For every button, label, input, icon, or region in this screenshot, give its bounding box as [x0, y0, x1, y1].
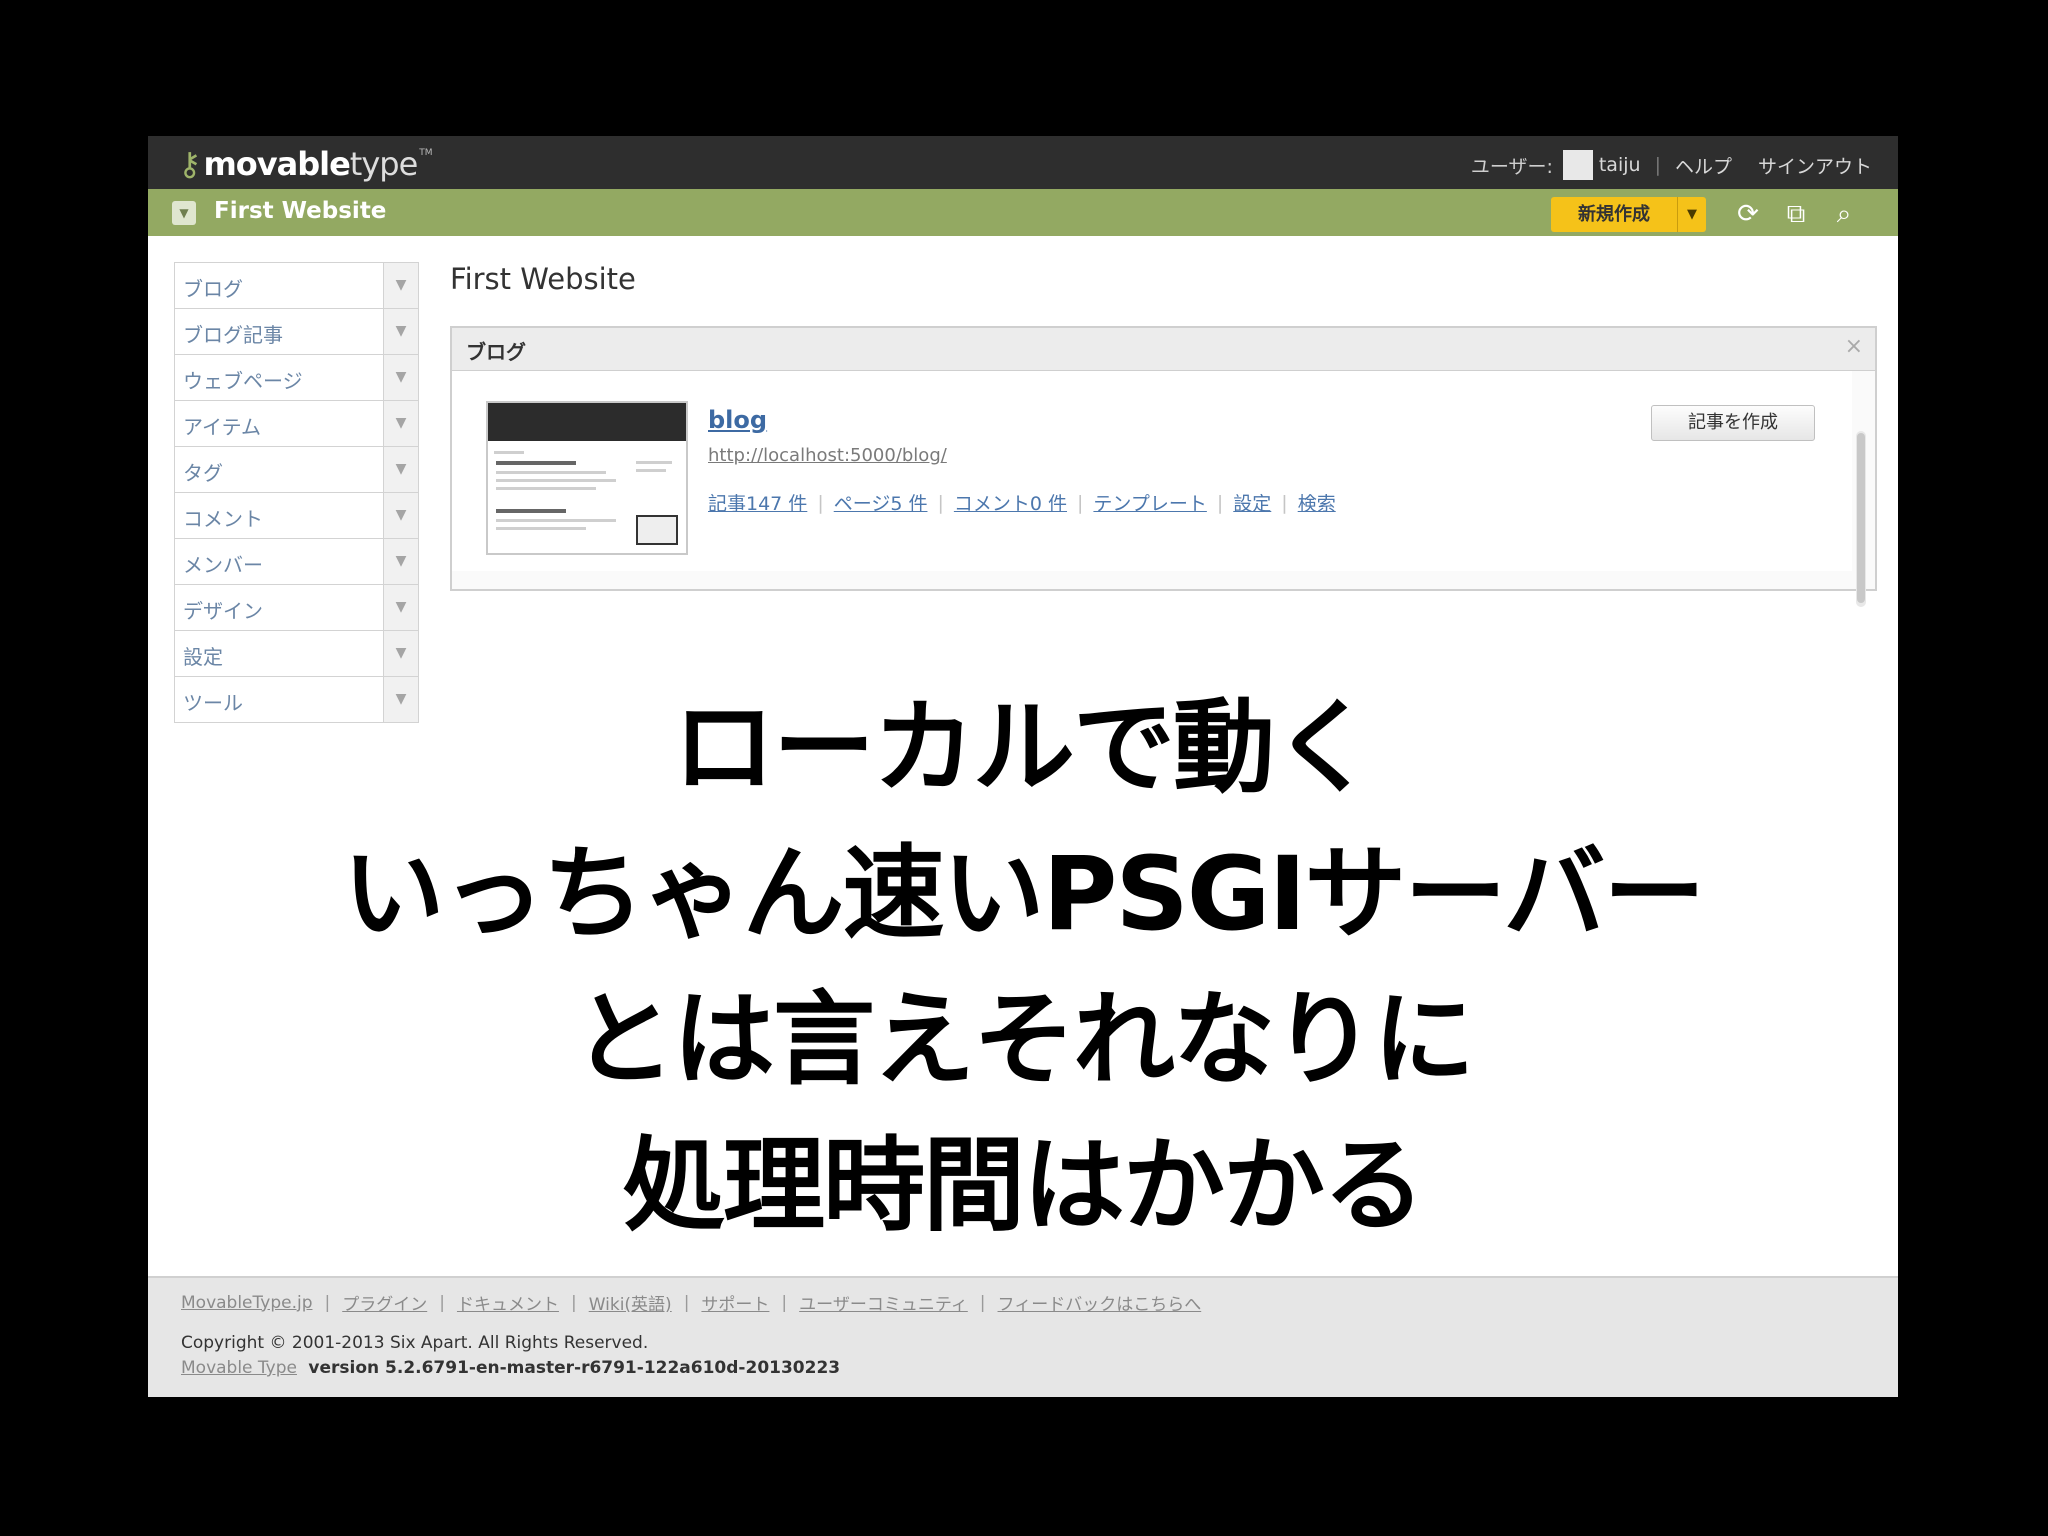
chevron-down-icon[interactable]: ▼ [383, 355, 418, 400]
divider: | [817, 491, 824, 514]
search-link[interactable]: 検索 [1298, 489, 1336, 516]
footer-link-plugins[interactable]: プラグイン [342, 1290, 427, 1315]
widget-header: ブログ × [452, 328, 1875, 371]
chevron-down-icon[interactable]: ▼ [383, 447, 418, 492]
chevron-down-icon[interactable]: ▼ [383, 309, 418, 354]
user-nav: ユーザー: taiju | ヘルプ サインアウト [1471, 150, 1872, 180]
sidebar-item-entries[interactable]: ブログ記事 ▼ [175, 309, 418, 355]
signout-link[interactable]: サインアウト [1758, 152, 1872, 179]
search-icon[interactable]: ⌕ [1828, 198, 1860, 230]
footer-link-wiki[interactable]: Wiki(英語) [589, 1290, 672, 1315]
create-entry-button[interactable]: 記事を作成 [1651, 405, 1815, 441]
sidebar-item-label: ブログ [183, 277, 243, 301]
site-title[interactable]: First Website [214, 198, 386, 224]
product-link[interactable]: Movable Type [181, 1358, 297, 1378]
trademark: TM [419, 148, 433, 158]
new-dropdown-arrow-icon[interactable]: ▼ [1677, 197, 1706, 232]
external-link-icon[interactable]: ⧉ [1780, 198, 1812, 230]
divider: | [781, 1292, 788, 1313]
help-link[interactable]: ヘルプ [1675, 152, 1732, 179]
sidebar-item-design[interactable]: デザイン ▼ [175, 585, 418, 631]
blog-name-link[interactable]: blog [708, 406, 767, 434]
sidebar-item-label: タグ [183, 461, 223, 485]
blog-links: 記事147 件 | ページ5 件 | コメント0 件 | テンプレート | 設定… [708, 489, 1336, 516]
divider: | [439, 1292, 445, 1313]
blog-widget: ブログ × blog http://localhost:5000/blog/ 記… [450, 326, 1877, 607]
logo-text-bold: movable [203, 145, 350, 183]
footer-links: MovableType.jp | プラグイン | ドキュメント | Wiki(英… [181, 1290, 1202, 1316]
caption-line: いっちゃん速いPSGIサーバー [342, 835, 1706, 954]
footer-link-community[interactable]: ユーザーコミュニティ [799, 1290, 968, 1315]
sidebar-item-label: コメント [183, 507, 263, 531]
divider: | [683, 1292, 690, 1313]
mt-admin-window: ⚷ movable type TM ユーザー: taiju | ヘルプ サインア… [148, 136, 1898, 1397]
comments-count-link[interactable]: コメント0 件 [954, 489, 1067, 516]
templates-link[interactable]: テンプレート [1093, 489, 1206, 516]
slide-caption: ローカルで動く いっちゃん速いPSGIサーバー とは言えそれなりに 処理時間はか… [148, 676, 1898, 1260]
site-bar: ▼ First Website 新規作成 ▼ ⟳ ⧉ ⌕ [148, 189, 1898, 236]
footer: MovableType.jp | プラグイン | ドキュメント | Wiki(英… [148, 1276, 1898, 1397]
new-button[interactable]: 新規作成 [1551, 197, 1677, 232]
chevron-down-icon[interactable]: ▼ [383, 263, 418, 308]
divider: | [1654, 154, 1661, 176]
chevron-down-icon[interactable]: ▼ [383, 585, 418, 630]
pages-count-link[interactable]: ページ5 件 [834, 489, 928, 516]
user-label: ユーザー: [1470, 155, 1553, 178]
footer-link-feedback[interactable]: フィードバックはこちらへ [998, 1290, 1202, 1315]
sidebar-item-settings[interactable]: 設定 ▼ [175, 631, 418, 677]
divider: | [324, 1292, 331, 1313]
scrollbar[interactable] [1856, 431, 1866, 607]
caption-line: ローカルで動く [673, 689, 1375, 808]
sidebar-item-label: ブログ記事 [183, 323, 283, 347]
sidebar-item-label: アイテム [183, 415, 261, 439]
divider: | [979, 1292, 986, 1313]
refresh-icon[interactable]: ⟳ [1732, 198, 1764, 230]
key-icon: ⚷ [178, 145, 202, 183]
chevron-down-icon[interactable]: ▼ [383, 493, 418, 538]
username-link[interactable]: taiju [1599, 154, 1641, 176]
settings-link[interactable]: 設定 [1233, 489, 1271, 516]
sidebar-item-assets[interactable]: アイテム ▼ [175, 401, 418, 447]
version-line: Movable Type version 5.2.6791-en-master-… [181, 1358, 840, 1378]
footer-link-movabletype-jp[interactable]: MovableType.jp [181, 1293, 312, 1313]
footer-link-documents[interactable]: ドキュメント [457, 1290, 559, 1315]
chevron-down-icon[interactable]: ▼ [383, 631, 418, 676]
footer-link-support[interactable]: サポート [701, 1290, 769, 1315]
page-title: First Website [450, 262, 636, 296]
entries-count-link[interactable]: 記事147 件 [708, 489, 807, 516]
sidebar-menu: ブログ ▼ ブログ記事 ▼ ウェブページ ▼ アイテム ▼ タグ ▼ コメント … [174, 262, 419, 723]
sidebar-item-label: デザイン [183, 599, 263, 623]
blog-thumbnail[interactable] [486, 401, 688, 555]
chevron-down-icon[interactable]: ▼ [383, 401, 418, 446]
sidebar-item-members[interactable]: メンバー ▼ [175, 539, 418, 585]
top-bar: ⚷ movable type TM ユーザー: taiju | ヘルプ サインア… [148, 136, 1898, 189]
sidebar-item-label: 設定 [183, 645, 223, 669]
chevron-down-icon[interactable]: ▼ [383, 539, 418, 584]
avatar[interactable] [1562, 150, 1593, 180]
sidebar-item-label: メンバー [183, 553, 263, 577]
divider: | [1216, 491, 1224, 514]
widget-title: ブログ [466, 340, 526, 364]
divider: | [570, 1292, 577, 1313]
sidebar-item-comments[interactable]: コメント ▼ [175, 493, 418, 539]
sidebar-item-blog[interactable]: ブログ ▼ [175, 263, 418, 309]
divider: | [1281, 491, 1288, 514]
site-selector-icon[interactable]: ▼ [172, 201, 196, 225]
sidebar-item-label: ウェブページ [183, 369, 303, 393]
movabletype-logo[interactable]: ⚷ movable type TM [178, 144, 433, 184]
sidebar-item-tags[interactable]: タグ ▼ [175, 447, 418, 493]
version-text: version 5.2.6791-en-master-r6791-122a610… [308, 1358, 841, 1378]
divider: | [937, 491, 944, 514]
caption-line: 処理時間はかかる [623, 1127, 1425, 1246]
copyright: Copyright © 2001-2013 Six Apart. All Rig… [181, 1333, 649, 1353]
blog-row: blog http://localhost:5000/blog/ 記事147 件… [452, 371, 1866, 607]
divider: | [1077, 491, 1084, 514]
close-icon[interactable]: × [1845, 334, 1863, 359]
sidebar-item-pages[interactable]: ウェブページ ▼ [175, 355, 418, 401]
blog-url-link[interactable]: http://localhost:5000/blog/ [708, 445, 947, 466]
caption-line: とは言えそれなりに [573, 981, 1475, 1100]
logo-text-light: type [349, 145, 418, 183]
